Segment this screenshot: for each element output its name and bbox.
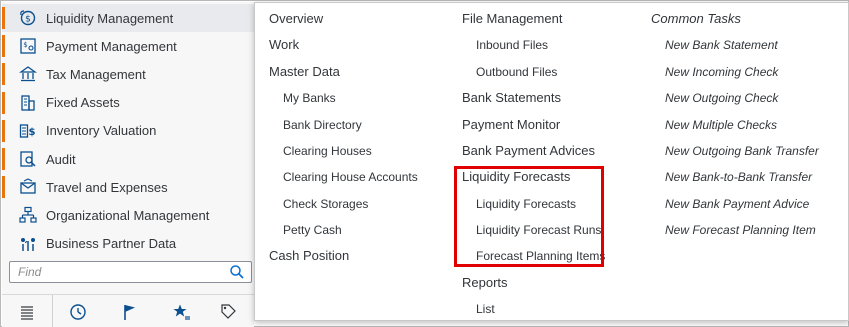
menu-item-payment-monitor[interactable]: Payment Monitor xyxy=(462,117,560,133)
menu-item-check-storages[interactable]: Check Storages xyxy=(283,196,368,212)
travel-icon xyxy=(18,178,38,196)
menu-item-new-multiple-checks[interactable]: New Multiple Checks xyxy=(665,117,777,133)
menu-item-overview[interactable]: Overview xyxy=(269,11,323,27)
sidebar-item-label: Tax Management xyxy=(46,66,146,82)
menu-item-clearing-houses[interactable]: Clearing Houses xyxy=(283,143,372,159)
accent-bar xyxy=(2,147,5,170)
sidebar-list: $ Liquidity Management $ Payment Managem… xyxy=(2,4,254,258)
sidebar-item-label: Audit xyxy=(46,151,76,167)
menu-item-master-data[interactable]: Master Data xyxy=(269,64,340,80)
menu-item-bank-statements[interactable]: Bank Statements xyxy=(462,90,561,106)
sidebar-item-liquidity-management[interactable]: $ Liquidity Management xyxy=(2,4,254,33)
liquidity-icon: $ xyxy=(18,9,38,27)
menu-item-new-forecast-planning-item[interactable]: New Forecast Planning Item xyxy=(665,222,816,238)
accent-bar xyxy=(2,176,5,199)
menu-item-bank-directory[interactable]: Bank Directory xyxy=(283,117,362,133)
menu-item-new-incoming-check[interactable]: New Incoming Check xyxy=(665,64,778,80)
sidebar-item-label: Travel and Expenses xyxy=(46,179,168,195)
svg-text:$: $ xyxy=(23,41,27,49)
menu-item-new-outgoing-bank-transfer[interactable]: New Outgoing Bank Transfer xyxy=(665,143,819,159)
inventory-icon: $ xyxy=(18,122,38,140)
menu-item-liquidity-forecast-runs[interactable]: Liquidity Forecast Runs xyxy=(476,222,601,238)
menu-item-cash-position[interactable]: Cash Position xyxy=(269,248,349,264)
sidebar-item-business-partner-data[interactable]: Business Partner Data xyxy=(2,230,254,258)
sidebar-item-label: Inventory Valuation xyxy=(46,123,157,139)
menu-item-work[interactable]: Work xyxy=(269,37,299,53)
payment-icon: $ xyxy=(18,37,38,55)
sidebar-item-organizational-management[interactable]: Organizational Management xyxy=(2,201,254,229)
sidebar-item-label: Liquidity Management xyxy=(46,10,174,26)
sidebar-item-fixed-assets[interactable]: Fixed Assets xyxy=(2,89,254,117)
favorites-icon[interactable] xyxy=(156,295,208,327)
search-icon[interactable] xyxy=(229,264,245,280)
menu-item-my-banks[interactable]: My Banks xyxy=(283,90,336,106)
sidebar-item-inventory-valuation[interactable]: $ Inventory Valuation xyxy=(2,117,254,145)
menu-item-new-outgoing-check[interactable]: New Outgoing Check xyxy=(665,90,778,106)
navigation-menu: Overview Work Master Data My Banks Bank … xyxy=(254,2,849,321)
menu-item-clearing-house-accounts[interactable]: Clearing House Accounts xyxy=(283,169,418,185)
sidebar-item-tax-management[interactable]: Tax Management xyxy=(2,60,254,88)
accent-bar xyxy=(2,63,5,86)
accent-bar xyxy=(2,91,5,114)
fixed-assets-icon xyxy=(18,94,38,112)
sidebar-item-label: Payment Management xyxy=(46,38,177,54)
active-accent-bar xyxy=(2,7,5,29)
find-input[interactable] xyxy=(18,264,218,280)
svg-text:$: $ xyxy=(29,127,36,138)
org-icon xyxy=(18,206,38,224)
sidebar-item-audit[interactable]: Audit xyxy=(2,145,254,173)
menu-item-new-bank-payment-advice[interactable]: New Bank Payment Advice xyxy=(665,196,809,212)
menu-heading-common-tasks: Common Tasks xyxy=(651,11,741,26)
menu-item-petty-cash[interactable]: Petty Cash xyxy=(283,222,342,238)
menu-item-liquidity-forecasts[interactable]: Liquidity Forecasts xyxy=(476,196,576,212)
tax-icon xyxy=(18,65,38,83)
flag-icon[interactable] xyxy=(104,295,156,327)
sidebar: $ Liquidity Management $ Payment Managem… xyxy=(2,2,254,327)
sidebar-item-label: Fixed Assets xyxy=(46,95,120,111)
find-field[interactable] xyxy=(9,261,252,283)
list-icon[interactable] xyxy=(2,295,52,327)
bottom-toolbar xyxy=(2,294,254,327)
menu-item-list[interactable]: List xyxy=(476,301,495,317)
menu-item-outbound-files[interactable]: Outbound Files xyxy=(476,64,557,80)
sidebar-item-travel-expenses[interactable]: Travel and Expenses xyxy=(2,173,254,201)
menu-item-new-bank-statement[interactable]: New Bank Statement xyxy=(665,37,778,53)
menu-item-file-management[interactable]: File Management xyxy=(462,11,562,27)
menu-item-reports[interactable]: Reports xyxy=(462,275,508,291)
menu-item-inbound-files[interactable]: Inbound Files xyxy=(476,37,548,53)
clock-icon[interactable] xyxy=(52,295,104,327)
accent-bar xyxy=(2,119,5,142)
audit-icon xyxy=(18,150,38,168)
partner-icon xyxy=(18,235,38,253)
menu-item-bank-payment-advices[interactable]: Bank Payment Advices xyxy=(462,143,595,159)
sidebar-item-payment-management[interactable]: $ Payment Management xyxy=(2,32,254,60)
app-frame: $ Liquidity Management $ Payment Managem… xyxy=(0,0,849,327)
tags-icon[interactable] xyxy=(208,295,248,327)
menu-item-liquidity-forecasts-group[interactable]: Liquidity Forecasts xyxy=(462,169,570,185)
menu-item-forecast-planning-items[interactable]: Forecast Planning Items xyxy=(476,248,605,264)
menu-item-new-bank-to-bank-transfer[interactable]: New Bank-to-Bank Transfer xyxy=(665,169,812,185)
accent-bar xyxy=(2,35,5,58)
sidebar-item-label: Business Partner Data xyxy=(46,236,177,252)
svg-text:$: $ xyxy=(25,15,31,25)
sidebar-item-label: Organizational Management xyxy=(46,207,210,223)
